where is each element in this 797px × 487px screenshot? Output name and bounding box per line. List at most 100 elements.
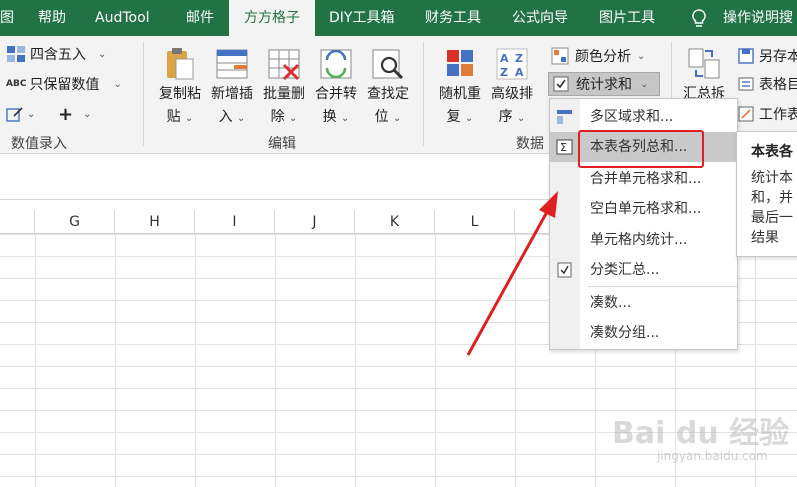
grid-line	[435, 234, 436, 487]
batch-delete-label-2: 除	[270, 109, 285, 125]
round-label: 四含五入	[30, 47, 86, 63]
menu-item-merged-cell-sum[interactable]: 合并单元格求和...	[550, 164, 737, 194]
svg-text:A: A	[515, 66, 524, 79]
tab-fangfang[interactable]: 方方格子	[229, 0, 315, 38]
watermark-brand: Bai du 经验	[612, 416, 790, 451]
chevron-down-icon: ⌄	[27, 108, 36, 120]
copy-paste-button[interactable]: 复制粘 贴 ⌄	[157, 46, 203, 129]
group-divider	[143, 42, 144, 146]
round-icon	[7, 46, 25, 62]
column-header-h[interactable]: H	[115, 210, 195, 234]
save-icon	[738, 48, 754, 64]
random-repeat-label-2: 复	[446, 109, 461, 125]
column-header-l[interactable]: L	[435, 210, 515, 234]
menu-item-label: 凑数...	[590, 295, 632, 311]
sheet-directory-button[interactable]: 表格目	[737, 72, 797, 96]
color-grid-icon	[551, 47, 569, 65]
advanced-sort-label-2: 序	[498, 109, 513, 125]
color-analysis-button[interactable]: 颜色分析 ⌄	[551, 44, 645, 68]
tab-finance-tools[interactable]: 财务工具	[425, 0, 489, 36]
input-tool-button[interactable]: ⌄	[6, 102, 35, 126]
column-header-k[interactable]: K	[355, 210, 435, 234]
chevron-down-icon: ⌄	[637, 50, 646, 62]
lightbulb-icon[interactable]	[689, 8, 709, 30]
menu-item-subtotal[interactable]: 分类汇总...	[550, 255, 737, 285]
grid-line	[515, 234, 516, 487]
grid-line	[35, 234, 36, 487]
chevron-down-icon: ⌄	[83, 108, 92, 120]
worksheet-button[interactable]: 工作表	[737, 102, 797, 126]
insert-label-1: 新增插	[211, 86, 253, 102]
column-header-j[interactable]: J	[275, 210, 355, 234]
group-title-edit: 编辑	[268, 136, 296, 152]
worksheet-label: 工作表	[759, 107, 797, 123]
tab-formula-wizard[interactable]: 公式向导	[512, 0, 576, 36]
tab-audtool[interactable]: AudTool	[95, 0, 161, 36]
column-header-i[interactable]: I	[195, 210, 275, 234]
menu-item-make-up-groups[interactable]: 凑数分组...	[550, 318, 737, 348]
menu-item-in-cell-stats[interactable]: 单元格内统计...	[550, 225, 737, 255]
clipboard-icon	[167, 48, 194, 80]
column-header-g[interactable]: G	[35, 210, 115, 234]
copy-paste-label-2: 贴	[166, 109, 181, 125]
grid-line	[275, 234, 276, 487]
menu-item-label: 单元格内统计...	[590, 232, 688, 248]
sort-az-icon: A Z Z A	[496, 48, 528, 80]
tab-image-tools[interactable]: 图片工具	[599, 0, 663, 36]
tab-help[interactable]: 帮助	[38, 0, 72, 36]
batch-delete-label-1: 批量删	[263, 86, 305, 102]
menu-item-label: 空白单元格求和...	[590, 201, 702, 217]
menu-item-label: 多区域求和...	[590, 109, 674, 125]
tab-draw[interactable]: 图	[0, 0, 16, 36]
magnifier-icon	[372, 49, 404, 80]
menu-item-multi-area-sum[interactable]: 多区域求和...	[550, 102, 737, 132]
group-divider	[423, 42, 424, 146]
merge-convert-label-1: 合并转	[315, 86, 357, 102]
chevron-down-icon: ⌄	[113, 78, 122, 90]
save-as-label: 另存本	[759, 49, 797, 65]
round-button[interactable]: 四含五入 ⌄	[6, 42, 106, 66]
highlight-box	[578, 130, 704, 168]
find-locate-button[interactable]: 查找定 位 ⌄	[365, 46, 411, 129]
tab-mail[interactable]: 邮件	[186, 0, 220, 36]
batch-delete-button[interactable]: 批量删 除 ⌄	[261, 46, 307, 129]
svg-text:Z: Z	[500, 66, 508, 79]
random-repeat-button[interactable]: 随机重 复 ⌄	[437, 46, 483, 129]
menu-item-blank-cell-sum[interactable]: 空白单元格求和...	[550, 194, 737, 224]
random-repeat-label-1: 随机重	[439, 86, 481, 102]
tell-me-search[interactable]: 操作说明搜	[723, 0, 797, 36]
color-analysis-label: 颜色分析	[575, 49, 631, 65]
multi-area-icon	[557, 110, 572, 124]
keep-values-button[interactable]: ABC 只保留数值 ⌄	[6, 72, 122, 96]
tooltip-line: 最后一	[751, 210, 793, 226]
merge-convert-button[interactable]: 合并转 换 ⌄	[313, 46, 359, 129]
summary-split-button[interactable]: 汇总拆	[681, 46, 727, 105]
tooltip-title: 本表各	[751, 144, 793, 160]
stat-sum-label: 统计求和	[576, 77, 632, 93]
find-locate-label-2: 位	[374, 109, 389, 125]
menu-item-label: 合并单元格求和...	[590, 171, 702, 187]
svg-text:Σ: Σ	[560, 141, 567, 154]
worksheet-icon	[738, 106, 754, 122]
advanced-sort-button[interactable]: A Z Z A 高级排 序 ⌄	[489, 46, 535, 129]
grid-line	[115, 234, 116, 487]
tooltip-line: 和，并	[751, 190, 793, 206]
tab-diy-toolbox[interactable]: DIY工具箱	[329, 0, 401, 36]
plus-icon: +	[58, 103, 74, 125]
abc-icon: ABC	[6, 79, 27, 89]
checklist-icon	[553, 76, 569, 92]
insert-button[interactable]: 新增插 入 ⌄	[209, 46, 255, 129]
menu-item-make-up-number[interactable]: 凑数...	[550, 288, 737, 318]
column-header-f[interactable]	[0, 210, 35, 234]
edit-icon	[6, 107, 23, 122]
menu-item-label: 凑数分组...	[590, 325, 660, 341]
directory-icon	[738, 77, 754, 91]
menu-separator	[588, 286, 737, 287]
group-title-input: 数值录入	[11, 136, 67, 152]
group-title-data: 数据	[516, 136, 544, 152]
stat-sum-button[interactable]: 统计求和 ⌄	[548, 72, 660, 96]
add-button[interactable]: + ⌄	[58, 102, 91, 126]
grid-line	[195, 234, 196, 487]
save-as-button[interactable]: 另存本	[737, 44, 797, 68]
sigma-icon: Σ	[556, 139, 573, 155]
